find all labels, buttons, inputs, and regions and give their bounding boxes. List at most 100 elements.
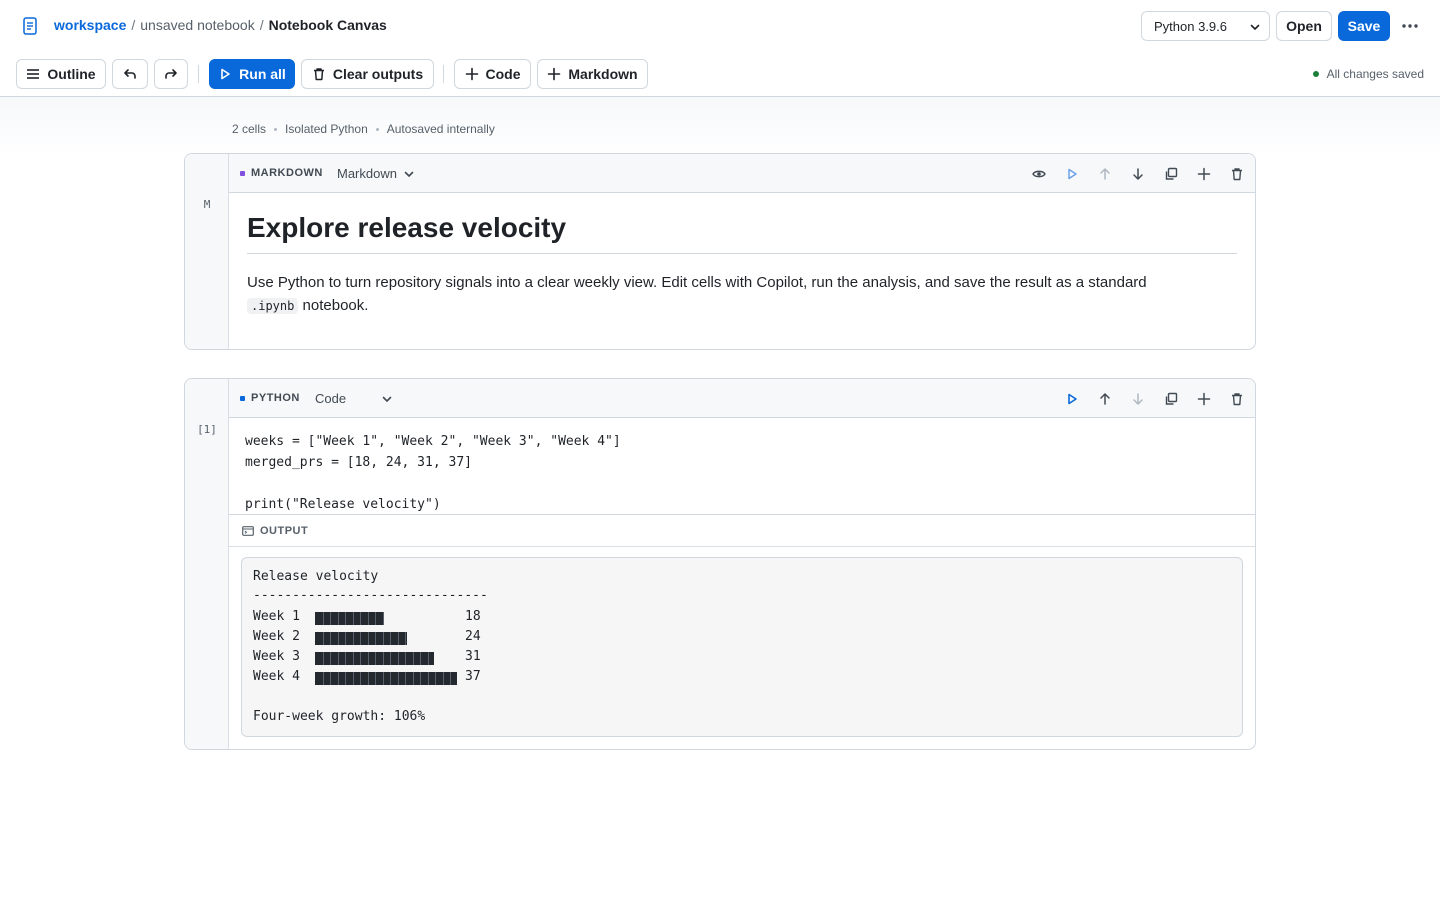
copy-icon [1165, 167, 1178, 180]
bar-mark [315, 612, 384, 625]
arrow-up-icon [1100, 168, 1110, 180]
cell-type-select[interactable]: Markdown [337, 166, 397, 181]
bar-segment [360, 652, 361, 665]
bar-segment [338, 632, 339, 645]
bar-mark [315, 672, 457, 685]
cell-header: PYTHON Code [229, 379, 1255, 418]
bar-segment [323, 612, 324, 625]
outline-button[interactable]: Outline [16, 59, 106, 89]
bar-segment [353, 672, 354, 685]
move-up-button[interactable] [1093, 387, 1117, 411]
runtime-label: Isolated Python [285, 122, 368, 136]
duplicate-button[interactable] [1159, 162, 1183, 186]
run-all-button-label: Run all [239, 66, 286, 82]
cell-body: MARKDOWN Markdown Explore release veloci… [229, 154, 1255, 349]
bar-value: 24 [465, 629, 481, 644]
bar-segment [353, 652, 354, 665]
bar-label: Week 2 [253, 629, 300, 644]
bar-segment [390, 632, 391, 645]
plus-icon [465, 67, 478, 81]
bar-segment [353, 632, 354, 645]
code-editor[interactable]: weeks = ["Week 1", "Week 2", "Week 3", "… [245, 431, 621, 515]
markdown-cell[interactable]: M MARKDOWN Markdown Explore release velo… [184, 153, 1256, 350]
bar-segment [390, 652, 391, 665]
run-all-button[interactable]: Run all [209, 59, 295, 89]
bar-label: Week 3 [253, 649, 300, 664]
clear-outputs-button[interactable]: Clear outputs [301, 59, 434, 89]
run-cell-button[interactable] [1060, 162, 1084, 186]
add-markdown-cell-button[interactable]: Markdown [537, 59, 648, 89]
preview-button[interactable] [1027, 162, 1051, 186]
output-rule: ------------------------------ [253, 588, 488, 603]
trash-icon [313, 68, 324, 81]
add-code-cell-button[interactable]: Code [454, 59, 531, 89]
undo-button[interactable] [112, 59, 148, 89]
chevron-down-icon[interactable] [403, 168, 415, 180]
move-down-button[interactable] [1126, 162, 1150, 186]
redo-button[interactable] [154, 59, 188, 89]
bar-segment [338, 612, 339, 625]
bar-segment [353, 612, 354, 625]
outline-button-label: Outline [47, 66, 96, 82]
cell-type-marker: M [203, 198, 211, 211]
save-status: All changes saved [1312, 67, 1424, 81]
output-area: Release velocity -----------------------… [241, 557, 1243, 737]
bar-value: 37 [465, 669, 481, 684]
kernel-select[interactable]: Python 3.9.6 [1141, 11, 1270, 41]
bar-segment [383, 632, 384, 645]
duplicate-button[interactable] [1159, 387, 1183, 411]
cell-type-select[interactable]: Code [315, 391, 346, 406]
move-up-button[interactable] [1093, 162, 1117, 186]
cell-type-label: PYTHON [251, 392, 300, 404]
bar-segment [360, 612, 361, 625]
breadcrumb-workspace-link[interactable]: workspace [54, 17, 126, 33]
cell-actions [1060, 387, 1249, 411]
arrow-down-icon [1133, 393, 1143, 405]
cell-body: PYTHON Code weeks = ["Week 1", "Week 2",… [229, 379, 1255, 749]
saved-status-dot [1312, 71, 1319, 77]
breadcrumb-folder[interactable]: unsaved notebook [140, 17, 254, 33]
run-cell-button[interactable] [1060, 387, 1084, 411]
eye-icon [1032, 170, 1046, 178]
cell-type-dot [240, 171, 245, 176]
code-cell[interactable]: [1] PYTHON Code weeks = ["Week 1", "Week… [184, 378, 1256, 750]
paragraph-text: Use Python to turn repository signals in… [247, 274, 1147, 291]
bar-segment [420, 672, 421, 685]
bar-segment [405, 652, 406, 665]
play-icon [221, 68, 230, 80]
breadcrumb-separator: / [131, 17, 136, 33]
notebook-icon [23, 17, 37, 35]
toolbar-divider [443, 65, 444, 83]
bar-segment [383, 672, 384, 685]
save-button[interactable]: Save [1338, 11, 1390, 41]
more-options-icon[interactable] [1400, 16, 1420, 36]
open-button[interactable]: Open [1276, 11, 1332, 41]
bar-segment [345, 672, 346, 685]
add-cell-below-button[interactable] [1192, 162, 1216, 186]
delete-cell-button[interactable] [1225, 387, 1249, 411]
output-header: OUTPUT [229, 514, 1255, 547]
autosave-label: Autosaved internally [386, 122, 495, 136]
move-down-button[interactable] [1126, 387, 1150, 411]
clear-outputs-button-label: Clear outputs [332, 66, 424, 82]
bar-segment [413, 652, 414, 665]
bar-segment [428, 672, 429, 685]
kernel-select-value: Python 3.9.6 [1154, 18, 1227, 34]
chevron-down-icon[interactable] [381, 393, 393, 405]
bar-segment [450, 672, 451, 685]
delete-cell-button[interactable] [1225, 162, 1249, 186]
bar-segment [338, 652, 339, 665]
add-markdown-cell-label: Markdown [568, 66, 638, 82]
page-title: Notebook Canvas [268, 17, 387, 33]
bar-segment [330, 612, 331, 625]
output-label: OUTPUT [260, 525, 309, 537]
bar-segment [375, 672, 376, 685]
trash-icon [1232, 168, 1242, 181]
bar-segment [368, 672, 369, 685]
add-cell-below-button[interactable] [1192, 387, 1216, 411]
bar-segment [330, 672, 331, 685]
plus-icon [548, 67, 561, 81]
bar-label: Week 4 [253, 669, 300, 684]
bar-value: 18 [465, 609, 481, 624]
notebook-meta: 2 cells Isolated Python Autosaved intern… [232, 122, 495, 136]
